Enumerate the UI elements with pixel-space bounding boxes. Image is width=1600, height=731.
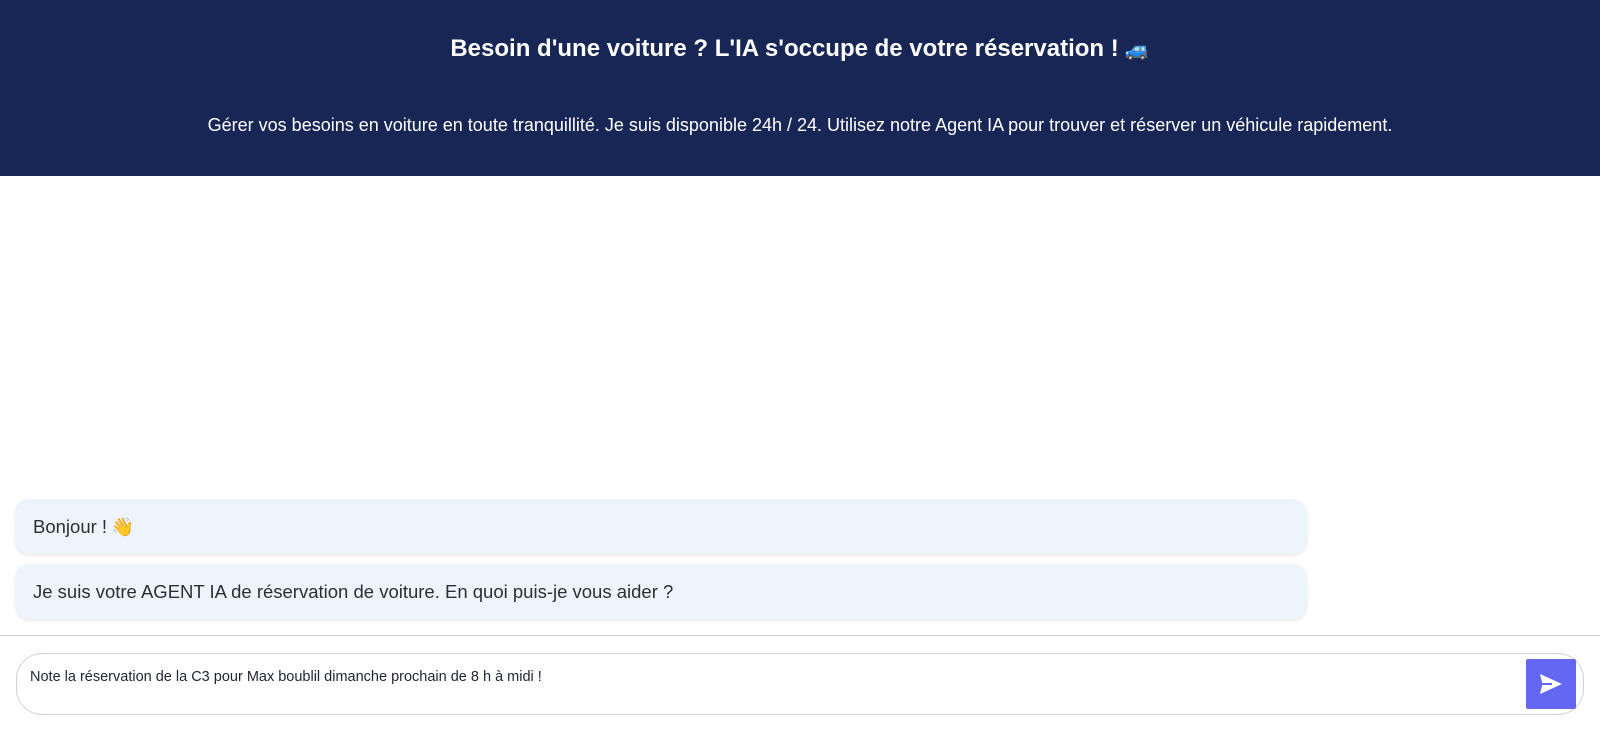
message-text: Je suis votre AGENT IA de réservation de… bbox=[33, 581, 674, 602]
send-button[interactable] bbox=[1526, 659, 1576, 709]
message-composer bbox=[16, 653, 1584, 715]
message-text: Bonjour ! bbox=[33, 516, 108, 537]
chat-messages-area[interactable]: Bonjour ! 👋 Je suis votre AGENT IA de rés… bbox=[0, 176, 1600, 635]
page-title-text: Besoin d'une voiture ? L'IA s'occupe de … bbox=[450, 35, 1119, 62]
waving-hand-icon: 👋 bbox=[111, 517, 135, 538]
composer-divider bbox=[0, 635, 1600, 636]
page-title: Besoin d'une voiture ? L'IA s'occupe de … bbox=[0, 34, 1600, 64]
send-icon bbox=[1540, 674, 1562, 694]
chat-page: Besoin d'une voiture ? L'IA s'occupe de … bbox=[0, 0, 1600, 731]
page-header: Besoin d'une voiture ? L'IA s'occupe de … bbox=[0, 0, 1600, 176]
page-subtitle: Gérer vos besoins en voiture en toute tr… bbox=[207, 115, 1393, 135]
agent-message: Bonjour ! 👋 bbox=[15, 499, 1307, 554]
agent-message: Je suis votre AGENT IA de réservation de… bbox=[15, 564, 1307, 619]
car-icon: 🚙 bbox=[1124, 37, 1150, 61]
message-input[interactable] bbox=[30, 666, 1510, 688]
